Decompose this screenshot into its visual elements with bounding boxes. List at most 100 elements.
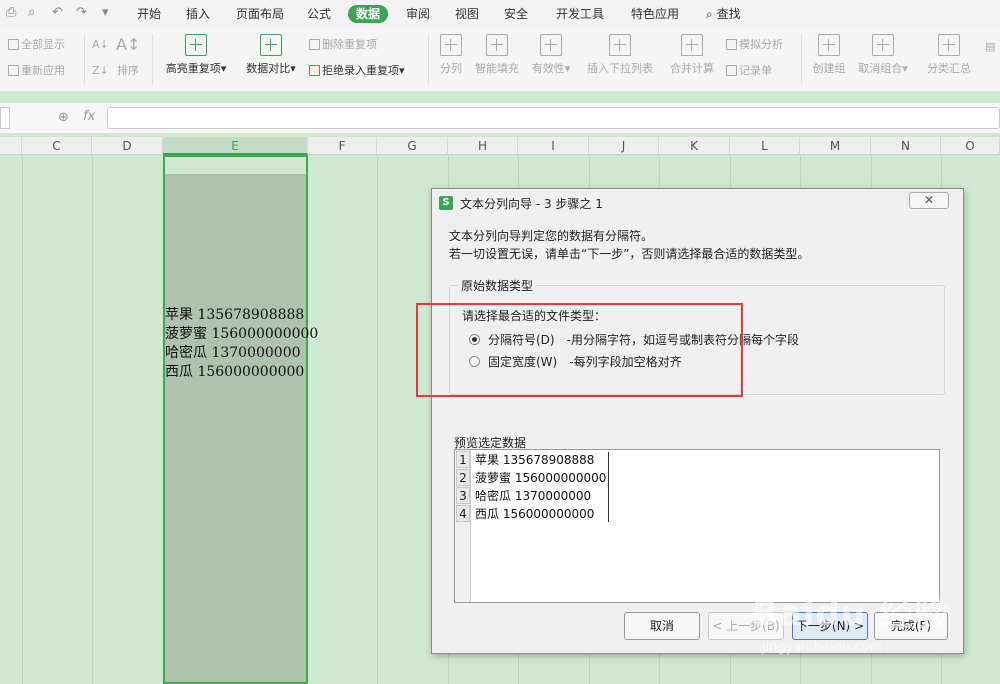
column-header-h[interactable]: H	[448, 137, 518, 155]
name-box[interactable]	[0, 107, 10, 129]
cell-text[interactable]: 哈密瓜 1370000000	[165, 344, 301, 362]
ungroup-button[interactable]: 取消组合▾	[848, 34, 918, 76]
search-label: 查找	[716, 7, 741, 21]
cell-text[interactable]: 菠萝蜜 156000000000	[165, 325, 318, 343]
column-header-f[interactable]: F	[308, 137, 377, 155]
column-header-k[interactable]: K	[659, 137, 730, 155]
cell-text[interactable]: 西瓜 156000000000	[165, 363, 304, 381]
tab-developer[interactable]: 开发工具	[556, 5, 604, 23]
what-if-analysis-label: 模拟分析	[739, 38, 783, 51]
preview-row-number: 3	[456, 487, 470, 504]
insert-dropdown-list-button[interactable]: 插入下拉列表	[585, 34, 655, 76]
print-preview-icon[interactable]: ⌕	[28, 6, 35, 20]
record-form-icon	[726, 65, 737, 76]
tab-formula[interactable]: 公式	[307, 5, 331, 23]
filter-reapply-icon	[8, 65, 19, 76]
show-all-label: 全部显示	[21, 38, 65, 51]
ribbon-more-icon[interactable]: ▤	[985, 40, 995, 54]
ribbon-divider	[152, 34, 153, 84]
reject-duplicates-label: 拒绝录入重复项	[322, 64, 399, 77]
preview-row: 菠萝蜜 156000000000	[475, 471, 607, 485]
subtotal-label: 分类汇总	[927, 62, 971, 75]
tab-view[interactable]: 视图	[455, 5, 479, 23]
smart-fill-label: 智能填充	[475, 62, 519, 75]
tab-review[interactable]: 审阅	[406, 5, 430, 23]
merge-calc-button[interactable]: 合并计算	[657, 34, 727, 76]
active-cell[interactable]	[165, 157, 306, 174]
subtotal-icon	[938, 34, 960, 56]
reject-duplicates-button[interactable]: 拒绝录入重复项▾	[309, 64, 405, 78]
sort-asc-icon[interactable]: A↓	[92, 38, 109, 52]
intro-text: 若一切设置无误，请单击“下一步”，否则请选择最合适的数据类型。	[449, 247, 810, 261]
selected-column-e[interactable]	[163, 155, 308, 684]
ungroup-icon	[872, 34, 894, 56]
dialog-title-bar[interactable]: S 文本分列向导 - 3 步骤之 1 ✕	[432, 189, 963, 217]
preview-column-divider	[608, 452, 609, 522]
customize-dropdown-icon[interactable]: ▾	[102, 6, 109, 20]
close-button[interactable]: ✕	[909, 192, 949, 209]
subtotal-button[interactable]: 分类汇总	[914, 34, 984, 76]
sort-button[interactable]: 排序	[117, 64, 139, 78]
preview-row: 哈密瓜 1370000000	[475, 489, 592, 503]
grid-line	[377, 155, 378, 684]
record-form-label: 记录单	[739, 64, 772, 77]
grid-line	[92, 155, 93, 684]
column-header[interactable]	[0, 137, 22, 155]
column-header-m[interactable]: M	[800, 137, 871, 155]
column-header-i[interactable]: I	[518, 137, 589, 155]
tab-page-layout[interactable]: 页面布局	[236, 5, 284, 23]
column-header-j[interactable]: J	[589, 137, 659, 155]
show-all-button[interactable]: 全部显示	[8, 38, 65, 52]
tab-home[interactable]: 开始	[137, 5, 161, 23]
merge-calc-icon	[681, 34, 703, 56]
sort-desc-icon[interactable]: Z↓	[92, 64, 109, 78]
annotation-highlight-box	[416, 303, 743, 397]
column-header-l[interactable]: L	[730, 137, 800, 155]
search-icon: ⌕	[706, 7, 713, 21]
reapply-button[interactable]: 重新应用	[8, 64, 65, 78]
what-if-analysis-button[interactable]: 模拟分析	[726, 38, 783, 52]
tab-insert[interactable]: 插入	[186, 5, 210, 23]
data-compare-icon	[260, 34, 282, 56]
highlight-duplicates-icon	[185, 34, 207, 56]
zoom-formula-icon[interactable]: ⊕	[58, 110, 69, 125]
preview-row-number: 4	[456, 505, 470, 522]
reapply-label: 重新应用	[21, 64, 65, 77]
ribbon-divider	[84, 34, 85, 84]
sort-icon: A↕	[116, 35, 141, 54]
undo-icon[interactable]: ↶	[52, 6, 63, 20]
column-header-g[interactable]: G	[377, 137, 448, 155]
preview-row-number: 1	[456, 451, 470, 468]
delete-duplicates-button[interactable]: 删除重复项	[309, 38, 377, 52]
column-header-e[interactable]: E	[163, 137, 308, 155]
column-header-c[interactable]: C	[22, 137, 92, 155]
formula-bar: ⊕ fx	[0, 103, 1000, 133]
data-compare-label: 数据对比	[246, 62, 291, 75]
validity-button[interactable]: 有效性▾	[516, 34, 586, 76]
insert-dropdown-list-icon	[609, 34, 631, 56]
dialog-title: 文本分列向导 - 3 步骤之 1	[460, 197, 603, 211]
tab-data[interactable]: 数据	[348, 5, 389, 23]
column-header-n[interactable]: N	[871, 137, 941, 155]
data-compare-button[interactable]: 数据对比▾	[236, 34, 306, 76]
highlight-duplicates-button[interactable]: 高亮重复项▾	[161, 34, 231, 76]
print-icon[interactable]: ⎙	[6, 6, 16, 20]
record-form-button[interactable]: 记录单	[726, 64, 772, 78]
baidu-watermark: Baidu 经验	[752, 594, 949, 634]
search-button[interactable]: ⌕ 查找	[706, 5, 741, 23]
preview-row-number: 2	[456, 469, 470, 486]
split-column-label: 分列	[440, 62, 462, 75]
column-header-d[interactable]: D	[92, 137, 163, 155]
data-preview[interactable]: 1 2 3 4 苹果 135678908888 菠萝蜜 156000000000…	[454, 449, 940, 603]
text-to-columns-dialog: S 文本分列向导 - 3 步骤之 1 ✕ 文本分列向导判定您的数据有分隔符。 若…	[431, 188, 964, 654]
tab-features[interactable]: 特色应用	[631, 5, 679, 23]
redo-icon[interactable]: ↷	[76, 6, 87, 20]
fx-icon[interactable]: fx	[83, 109, 95, 124]
cancel-button[interactable]: 取消	[624, 612, 700, 640]
preview-row: 西瓜 156000000000	[475, 507, 595, 521]
column-header-o[interactable]: O	[941, 137, 1000, 155]
tab-security[interactable]: 安全	[504, 5, 528, 23]
column-headers: C D E F G H I J K L M N O	[0, 137, 1000, 155]
formula-input[interactable]	[107, 107, 1000, 129]
cell-text[interactable]: 苹果 135678908888	[165, 306, 304, 324]
